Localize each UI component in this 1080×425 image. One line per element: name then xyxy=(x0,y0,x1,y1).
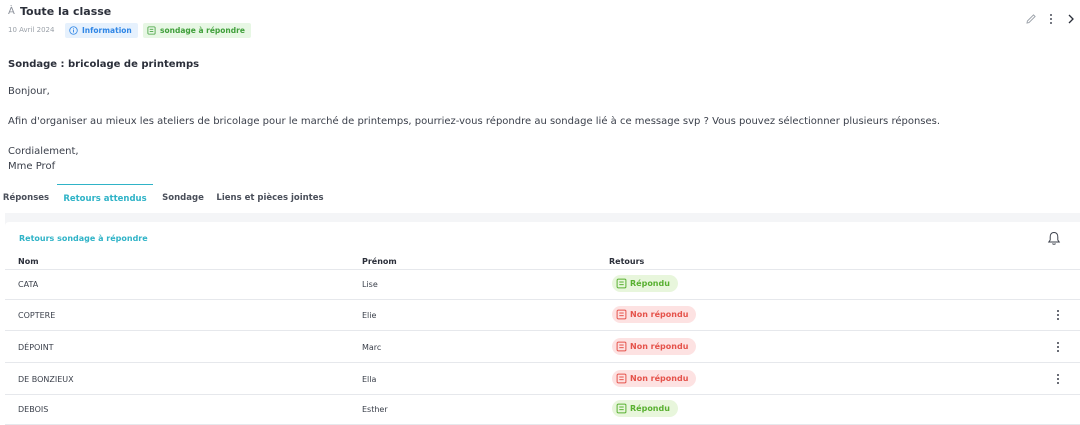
message-greeting: Bonjour, xyxy=(8,86,50,97)
bell-icon[interactable] xyxy=(1047,231,1061,250)
table-row: DEBOIS Esther Répondu xyxy=(5,395,1080,425)
info-circle-icon xyxy=(69,26,78,35)
form-icon xyxy=(616,341,627,352)
status-label: Non répondu xyxy=(630,310,689,319)
status-badge: Répondu xyxy=(612,275,678,292)
recipient-name[interactable]: Toute la classe xyxy=(20,5,111,18)
status-label: Répondu xyxy=(630,279,670,288)
responses-card: Retours sondage à répondre Nom Prénom Re… xyxy=(5,222,1080,425)
table-row: DE BONZIEUX Ella Non répondu xyxy=(5,363,1080,395)
information-badge: Information xyxy=(65,23,138,38)
edit-icon[interactable] xyxy=(1022,11,1040,27)
status-badge: Non répondu xyxy=(612,370,697,387)
form-icon xyxy=(616,278,627,289)
message-closing: Cordialement, xyxy=(8,146,79,157)
more-vertical-icon[interactable] xyxy=(1052,371,1064,387)
status-badge: Non répondu xyxy=(612,306,697,323)
cell-nom: CATA xyxy=(18,280,39,289)
message-body: Afin d'organiser au mieux les ateliers d… xyxy=(8,116,941,127)
message-actions xyxy=(1020,11,1080,27)
survey-badge: sondage à répondre xyxy=(143,23,251,38)
form-icon xyxy=(616,403,627,414)
table-row: CATA Lise Répondu xyxy=(5,270,1080,301)
form-icon xyxy=(616,309,627,320)
chevron-right-icon[interactable] xyxy=(1062,11,1080,27)
cell-nom: COPTERE xyxy=(18,311,56,320)
tab-retours-attendus[interactable]: Retours attendus xyxy=(57,184,153,212)
responses-panel: Retours sondage à répondre Nom Prénom Re… xyxy=(5,213,1080,425)
cell-nom: DE BONZIEUX xyxy=(18,375,74,384)
status-label: Répondu xyxy=(630,404,670,413)
column-header-retours[interactable]: Retours xyxy=(609,257,644,266)
status-badge: Répondu xyxy=(612,400,678,417)
table-title: Retours sondage à répondre xyxy=(19,234,148,243)
tab-reponses[interactable]: Réponses xyxy=(0,184,52,212)
message-header: À Toute la classe 10 Avril 2024 Informat… xyxy=(8,5,1080,42)
cell-prenom: Lise xyxy=(362,280,378,289)
cell-nom: DÉPOINT xyxy=(18,343,54,352)
cell-prenom: Ella xyxy=(362,375,377,384)
column-header-prenom[interactable]: Prénom xyxy=(362,257,397,266)
recipient-prefix: À xyxy=(8,6,15,17)
message-title: Sondage : bricolage de printemps xyxy=(8,59,200,70)
survey-badge-label: sondage à répondre xyxy=(160,26,245,35)
cell-prenom: Esther xyxy=(362,405,388,414)
cell-nom: DEBOIS xyxy=(18,405,49,414)
information-badge-label: Information xyxy=(82,26,132,35)
more-vertical-icon[interactable] xyxy=(1052,307,1064,323)
table-row: COPTERE Elie Non répondu xyxy=(5,299,1080,331)
cell-prenom: Elie xyxy=(362,311,377,320)
tab-liens-pieces-jointes[interactable]: Liens et pièces jointes xyxy=(215,184,325,212)
status-label: Non répondu xyxy=(630,374,689,383)
column-header-nom[interactable]: Nom xyxy=(18,257,39,266)
cell-prenom: Marc xyxy=(362,343,382,352)
message-signature: Mme Prof xyxy=(8,161,56,172)
message-date: 10 Avril 2024 xyxy=(8,26,55,34)
tab-sondage[interactable]: Sondage xyxy=(158,184,208,212)
form-icon xyxy=(147,26,156,35)
tab-bar: Réponses Retours attendus Sondage Liens … xyxy=(0,184,1080,212)
status-badge: Non répondu xyxy=(612,338,697,355)
more-vertical-icon[interactable] xyxy=(1052,339,1064,355)
form-icon xyxy=(616,373,627,384)
table-row: DÉPOINT Marc Non répondu xyxy=(5,331,1080,363)
status-label: Non répondu xyxy=(630,342,689,351)
more-vertical-icon[interactable] xyxy=(1042,11,1060,27)
